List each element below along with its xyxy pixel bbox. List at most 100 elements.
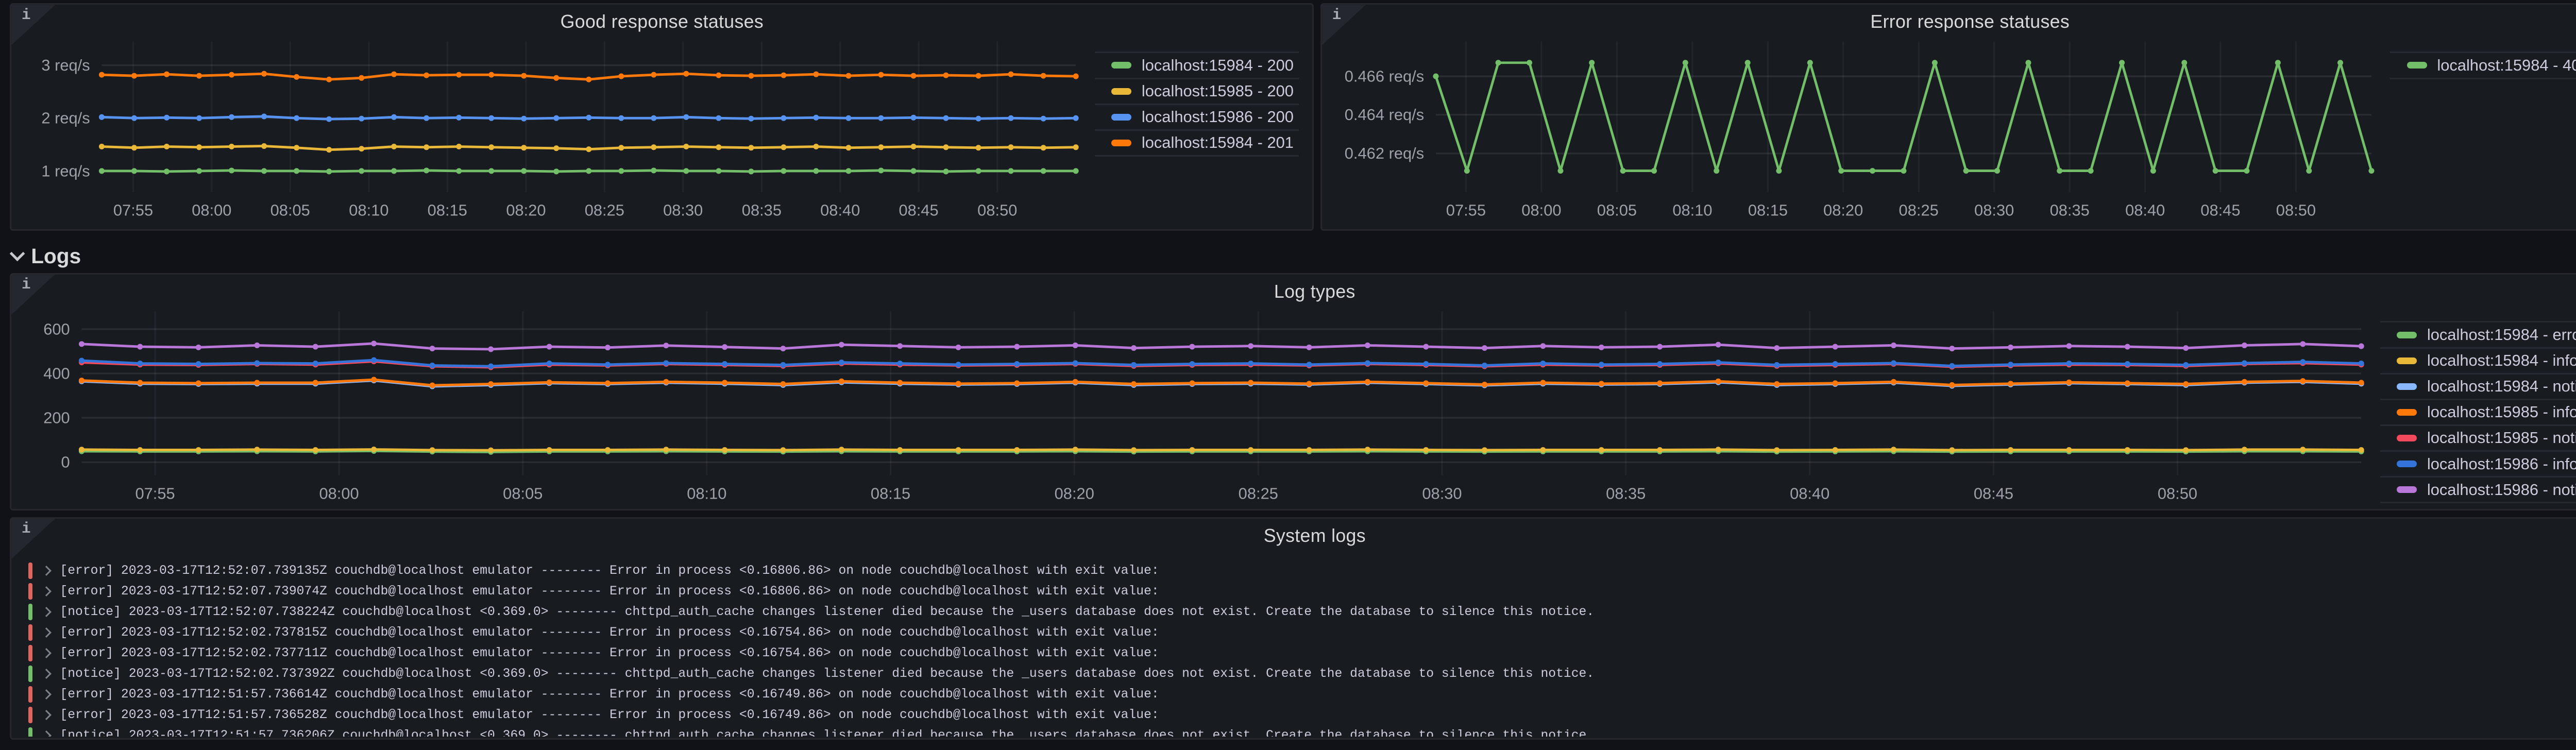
svg-text:08:40: 08:40: [1790, 484, 1830, 502]
row-header-label: Logs: [31, 244, 81, 268]
log-level-bar: [28, 645, 32, 661]
log-row-error[interactable]: [error] 2023-03-17T12:52:02.737815Z couc…: [28, 622, 2576, 643]
svg-text:08:20: 08:20: [506, 201, 546, 219]
svg-text:08:05: 08:05: [503, 484, 543, 502]
svg-text:08:30: 08:30: [1422, 484, 1462, 502]
log-message: [notice] 2023-03-17T12:51:57.736206Z cou…: [60, 728, 1594, 737]
log-level-bar: [28, 666, 32, 682]
svg-text:08:50: 08:50: [2158, 484, 2197, 502]
grafana-dashboard: i Good response statuses 3 req/s2 req/s1…: [0, 0, 2576, 749]
legend-series-label: localhost:15984 - 201: [1142, 133, 1294, 152]
log-row-error[interactable]: [error] 2023-03-17T12:51:57.736614Z couc…: [28, 684, 2576, 705]
svg-text:08:30: 08:30: [664, 201, 703, 219]
svg-text:08:00: 08:00: [1522, 201, 1562, 219]
svg-text:08:35: 08:35: [1606, 484, 1646, 502]
svg-text:2 req/s: 2 req/s: [42, 109, 90, 127]
chevron-right-icon: [41, 586, 52, 596]
svg-text:08:15: 08:15: [428, 201, 467, 219]
time-series-plot[interactable]: 3 req/s2 req/s1 req/s07:5508:0008:0508:1…: [25, 31, 1084, 223]
panel-title[interactable]: Good response statuses: [11, 11, 1312, 32]
chevron-right-icon: [41, 689, 52, 700]
legend-series-label: localhost:15984 - 200: [1142, 56, 1294, 75]
svg-text:08:25: 08:25: [585, 201, 624, 219]
svg-text:08:15: 08:15: [871, 484, 910, 502]
log-row-notice[interactable]: [notice] 2023-03-17T12:52:02.737392Z cou…: [28, 663, 2576, 684]
panel-title[interactable]: System logs: [11, 525, 2576, 547]
log-level-bar: [28, 583, 32, 600]
log-message: [error] 2023-03-17T12:52:02.737815Z couc…: [60, 625, 1159, 640]
legend-item[interactable]: localhost:15985 - 200: [1095, 78, 1299, 104]
legend-item[interactable]: localhost:15984 - 200: [1095, 52, 1299, 77]
log-level-bar: [28, 686, 32, 703]
legend-series-swatch: [1111, 88, 1131, 95]
svg-text:1 req/s: 1 req/s: [42, 162, 90, 180]
svg-text:08:30: 08:30: [1974, 201, 2014, 219]
chevron-down-icon: [9, 246, 25, 262]
svg-text:200: 200: [44, 408, 70, 427]
svg-text:08:10: 08:10: [687, 484, 727, 502]
svg-text:08:05: 08:05: [1597, 201, 1637, 219]
legend-series-label: localhost:15984 - error: [2427, 326, 2576, 344]
log-level-bar: [28, 604, 32, 620]
legend-item[interactable]: localhost:15985 - info: [2380, 399, 2576, 424]
legend-item[interactable]: localhost:15985 - notice: [2380, 424, 2576, 450]
log-level-bar: [28, 707, 32, 723]
chart-area: 3 req/s2 req/s1 req/s07:5508:0008:0508:1…: [25, 31, 1299, 223]
legend-item[interactable]: localhost:15986 - 200: [1095, 104, 1299, 129]
legend-item[interactable]: localhost:15986 - notice: [2380, 476, 2576, 503]
chevron-right-icon: [41, 669, 52, 679]
svg-text:08:35: 08:35: [742, 201, 782, 219]
svg-text:0.466 req/s: 0.466 req/s: [1345, 67, 1424, 86]
chart-legend: localhost:15984 - 401: [2390, 52, 2576, 79]
chevron-right-icon: [41, 627, 52, 638]
legend-series-label: localhost:15984 - notice: [2427, 377, 2576, 396]
legend-series-swatch: [2397, 332, 2417, 338]
log-row-error[interactable]: [error] 2023-03-17T12:52:02.737711Z couc…: [28, 643, 2576, 663]
panel-log-types: i Log types 600400200007:5508:0008:0508:…: [10, 273, 2576, 510]
panel-title[interactable]: Log types: [11, 281, 2576, 302]
log-row-notice[interactable]: [notice] 2023-03-17T12:52:07.738224Z cou…: [28, 602, 2576, 622]
panel-title[interactable]: Error response statuses: [1322, 11, 2576, 32]
svg-text:400: 400: [44, 364, 70, 382]
log-message: [error] 2023-03-17T12:51:57.736528Z couc…: [60, 708, 1159, 722]
log-level-bar: [28, 727, 32, 737]
log-row-error[interactable]: [error] 2023-03-17T12:51:57.736528Z couc…: [28, 705, 2576, 725]
svg-text:08:15: 08:15: [1748, 201, 1788, 219]
legend-series-swatch: [1111, 62, 1131, 69]
svg-text:08:35: 08:35: [2050, 201, 2090, 219]
legend-series-label: localhost:15986 - 200: [1142, 108, 1294, 126]
legend-series-swatch: [2397, 486, 2417, 493]
legend-item[interactable]: localhost:15986 - info: [2380, 450, 2576, 476]
chevron-right-icon: [41, 730, 52, 737]
panel-error-response-statuses: i Error response statuses 0.466 req/s0.4…: [1320, 3, 2576, 231]
svg-text:08:45: 08:45: [1974, 484, 2013, 502]
legend-series-label: localhost:15985 - notice: [2427, 429, 2576, 447]
legend-item[interactable]: localhost:15984 - notice: [2380, 373, 2576, 399]
log-row-error[interactable]: [error] 2023-03-17T12:52:07.739074Z couc…: [28, 581, 2576, 602]
legend-item[interactable]: localhost:15984 - info: [2380, 347, 2576, 373]
legend-item[interactable]: localhost:15984 - 401: [2390, 52, 2576, 79]
legend-series-label: localhost:15986 - notice: [2427, 481, 2576, 499]
log-row-error[interactable]: [error] 2023-03-17T12:52:07.739135Z couc…: [28, 560, 2576, 581]
row-header-logs[interactable]: Logs: [12, 244, 81, 268]
legend-item[interactable]: localhost:15984 - error: [2380, 321, 2576, 347]
chevron-right-icon: [41, 710, 52, 720]
legend-item[interactable]: localhost:15984 - 201: [1095, 129, 1299, 157]
log-message: [error] 2023-03-17T12:52:07.739135Z couc…: [60, 564, 1159, 578]
time-series-plot[interactable]: 600400200007:5508:0008:0508:1008:1508:20…: [25, 301, 2370, 506]
legend-series-label: localhost:15984 - info: [2427, 351, 2576, 370]
panel-good-response-statuses: i Good response statuses 3 req/s2 req/s1…: [10, 3, 1314, 231]
legend-series-swatch: [2397, 409, 2417, 416]
svg-text:08:25: 08:25: [1239, 484, 1278, 502]
time-series-plot[interactable]: 0.466 req/s0.464 req/s0.462 req/s07:5508…: [1335, 31, 2380, 223]
legend-series-swatch: [2397, 461, 2417, 467]
svg-text:0: 0: [61, 453, 70, 471]
legend-series-swatch: [2397, 435, 2417, 441]
legend-series-swatch: [2407, 62, 2427, 69]
svg-text:08:00: 08:00: [192, 201, 232, 219]
svg-text:08:25: 08:25: [1899, 201, 1939, 219]
log-row-notice[interactable]: [notice] 2023-03-17T12:51:57.736206Z cou…: [28, 725, 2576, 737]
svg-text:08:05: 08:05: [270, 201, 310, 219]
panel-system-logs: i System logs [error] 2023-03-17T12:52:0…: [10, 517, 2576, 740]
chart-legend: localhost:15984 - 200 localhost:15985 - 2…: [1095, 52, 1299, 156]
